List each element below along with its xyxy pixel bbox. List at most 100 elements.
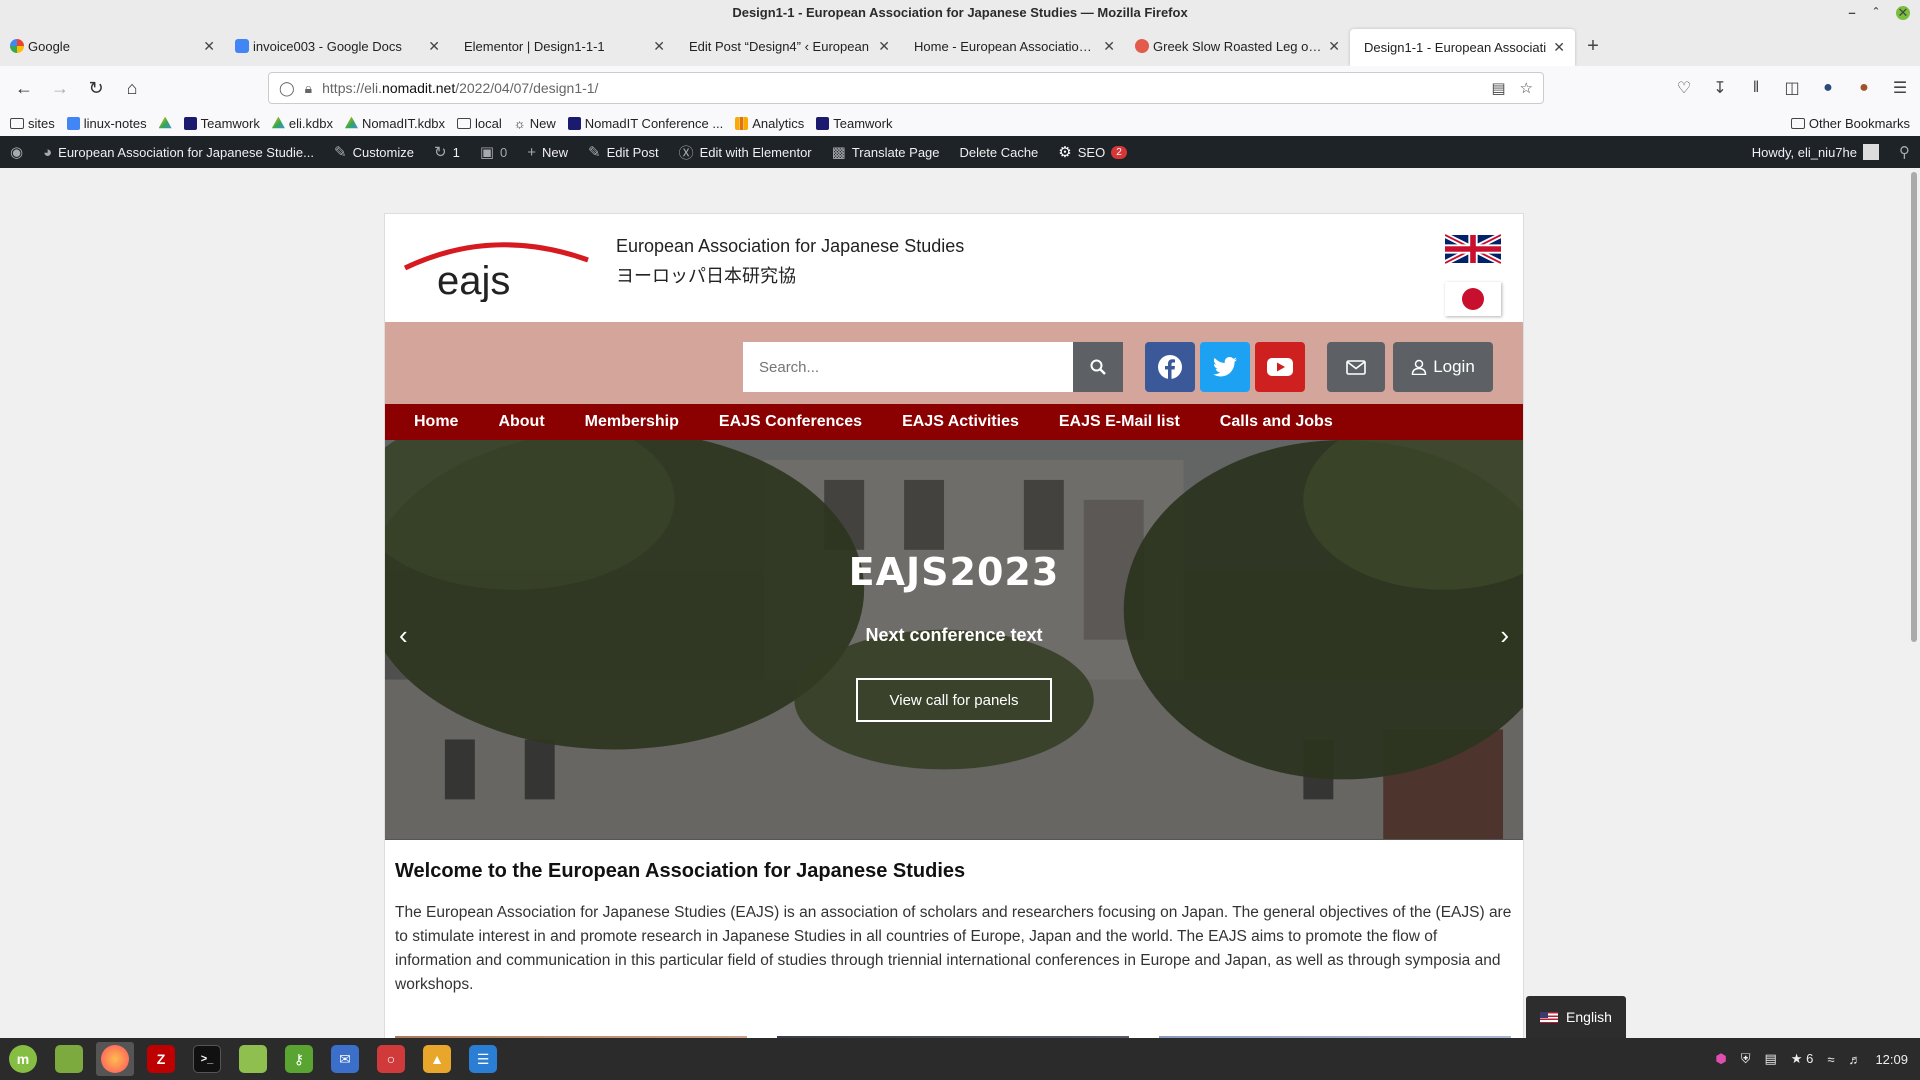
tab-edit-post[interactable]: Edit Post “Design4” ‹ European ✕ [675,26,900,66]
page-scrollbar[interactable] [1908,168,1920,1038]
slider-prev-arrow-icon[interactable]: ‹ [399,620,408,651]
wp-account[interactable]: Howdy, eli_niu7he [1742,136,1889,168]
chat-taskbar-button[interactable]: ○ [372,1042,410,1076]
nav-eajs-conferences[interactable]: EAJS Conferences [719,413,902,431]
wp-edit-post[interactable]: ✎ Edit Post [578,136,669,168]
tab-design1-1[interactable]: Design1-1 - European Associati ✕ [1350,29,1575,66]
wp-site-name[interactable]: ◕ European Association for Japanese Studi… [33,136,324,168]
reload-button[interactable]: ↻ [78,72,114,104]
wp-edit-elementor[interactable]: Ⓧ Edit with Elementor [669,136,822,168]
address-bar[interactable]: ◯ 🔒︎ https://eli. nomadit.net/2022/04/07/… [268,72,1544,104]
volume-icon[interactable]: ♬ [1848,1052,1861,1067]
writer-taskbar-button[interactable]: ☰ [464,1042,502,1076]
filezilla-taskbar-button[interactable]: Z [142,1042,180,1076]
nav-eajs-activities[interactable]: EAJS Activities [902,413,1059,431]
clock[interactable]: 12:09 [1875,1052,1908,1067]
presentation-taskbar-button[interactable]: ▲ [418,1042,456,1076]
clipboard-icon[interactable]: ▤ [1765,1051,1777,1067]
close-window-icon[interactable]: ✕ [1896,6,1910,20]
wp-admin-bar: ◉ ◕ European Association for Japanese Stu… [0,136,1920,168]
bookmark-sites[interactable]: sites [10,116,55,131]
close-tab-icon[interactable]: ✕ [872,38,890,55]
minimize-icon[interactable]: – [1848,0,1855,26]
close-tab-icon[interactable]: ✕ [422,38,440,55]
other-bookmarks[interactable]: Other Bookmarks [1790,116,1920,131]
language-label: English [1566,1009,1612,1025]
tab-home-eajs[interactable]: Home - European Association fo ✕ [900,26,1125,66]
terminal-taskbar-button[interactable]: >_ [188,1042,226,1076]
sidebar-icon[interactable]: ◫ [1780,78,1804,98]
files-taskbar-button[interactable] [234,1042,272,1076]
wp-search[interactable]: ⚲ [1889,136,1920,168]
notifications-icon[interactable]: ★ 6 [1791,1051,1814,1067]
keepass-taskbar-button[interactable]: ⚷ [280,1042,318,1076]
wp-logo-menu[interactable]: ◉ [0,136,33,168]
shield-tray-icon[interactable]: ⛨ [1741,1051,1751,1067]
bookmark-teamwork-2[interactable]: Teamwork [816,116,893,131]
tab-elementor[interactable]: Elementor | Design1-1-1 ✕ [450,26,675,66]
close-tab-icon[interactable]: ✕ [197,38,215,55]
tab-greek-recipe[interactable]: Greek Slow Roasted Leg of La ✕ [1125,26,1350,66]
show-desktop-button[interactable] [50,1042,88,1076]
wp-new-content[interactable]: + New [517,136,578,168]
wp-comments[interactable]: ▣ 0 [470,136,517,168]
downloads-icon[interactable]: ↧ [1708,78,1732,98]
login-button[interactable]: Login [1393,342,1493,392]
close-tab-icon[interactable]: ✕ [1097,38,1115,55]
reader-view-icon[interactable]: ▤ [1491,79,1505,97]
bookmark-new[interactable]: ☼ New [514,116,556,131]
close-tab-icon[interactable]: ✕ [647,38,665,55]
facebook-button[interactable] [1145,342,1195,392]
wp-seo[interactable]: ⚙ SEO 2 [1048,136,1136,168]
bookmark-nomadit-kdbx[interactable]: NomadIT.kdbx [344,116,445,131]
nav-calls-and-jobs[interactable]: Calls and Jobs [1220,413,1373,431]
forward-button[interactable]: → [42,72,78,104]
cookie-extension-icon[interactable]: ● [1852,79,1876,97]
search-button[interactable] [1073,342,1123,392]
wp-translate-page[interactable]: ▩ Translate Page [822,136,950,168]
mail-taskbar-button[interactable]: ✉ [326,1042,364,1076]
extension-icon[interactable]: ● [1816,79,1840,97]
eajs-logo[interactable]: eajs [403,232,593,302]
view-call-for-panels-button[interactable]: View call for panels [856,678,1052,722]
bookmark-nomadit-conference[interactable]: NomadIT Conference ... [567,116,723,131]
bookmark-analytics[interactable]: Analytics [735,116,804,131]
wp-updates[interactable]: ↻ 1 [424,136,470,168]
japan-flag-icon[interactable] [1445,282,1501,316]
bookmark-eli-kdbx[interactable]: eli.kdbx [271,116,333,131]
nav-about[interactable]: About [498,413,584,431]
bookmark-drive[interactable] [158,116,172,130]
uk-flag-icon[interactable] [1445,234,1501,264]
close-tab-icon[interactable]: ✕ [1322,38,1340,55]
pocket-icon[interactable]: ♡ [1672,78,1696,98]
email-button[interactable] [1327,342,1385,392]
menu-icon[interactable]: ☰ [1888,78,1912,98]
slider-next-arrow-icon[interactable]: › [1500,620,1509,651]
back-button[interactable]: ← [6,72,42,104]
tab-invoice[interactable]: invoice003 - Google Docs ✕ [225,26,450,66]
library-icon[interactable]: ‖ [1744,79,1768,97]
maximize-icon[interactable]: ˆ [1874,0,1878,26]
tab-google[interactable]: Google ✕ [0,26,225,66]
bookmark-star-icon[interactable]: ☆ [1520,79,1533,97]
language-switcher[interactable]: English [1526,996,1626,1038]
mint-menu-button[interactable]: m [4,1042,42,1076]
bookmark-linux-notes[interactable]: linux-notes [66,116,147,131]
app-tray-icon[interactable]: ⬢ [1715,1051,1726,1067]
close-tab-icon[interactable]: ✕ [1547,39,1565,56]
home-button[interactable]: ⌂ [114,72,150,104]
nav-eajs-email-list[interactable]: EAJS E-Mail list [1059,413,1220,431]
wp-delete-cache[interactable]: Delete Cache [950,136,1049,168]
nav-membership[interactable]: Membership [585,413,719,431]
new-tab-button[interactable]: + [1575,26,1611,66]
bookmark-local[interactable]: local [457,116,502,131]
bookmark-teamwork[interactable]: Teamwork [183,116,260,131]
firefox-taskbar-button[interactable] [96,1042,134,1076]
twitter-button[interactable] [1200,342,1250,392]
wp-customize[interactable]: ✎ Customize [324,136,424,168]
scroll-thumb[interactable] [1911,172,1917,642]
youtube-button[interactable] [1255,342,1305,392]
search-input[interactable] [743,342,1073,392]
nav-home[interactable]: Home [414,413,498,431]
wifi-icon[interactable]: ≈ [1827,1052,1834,1067]
